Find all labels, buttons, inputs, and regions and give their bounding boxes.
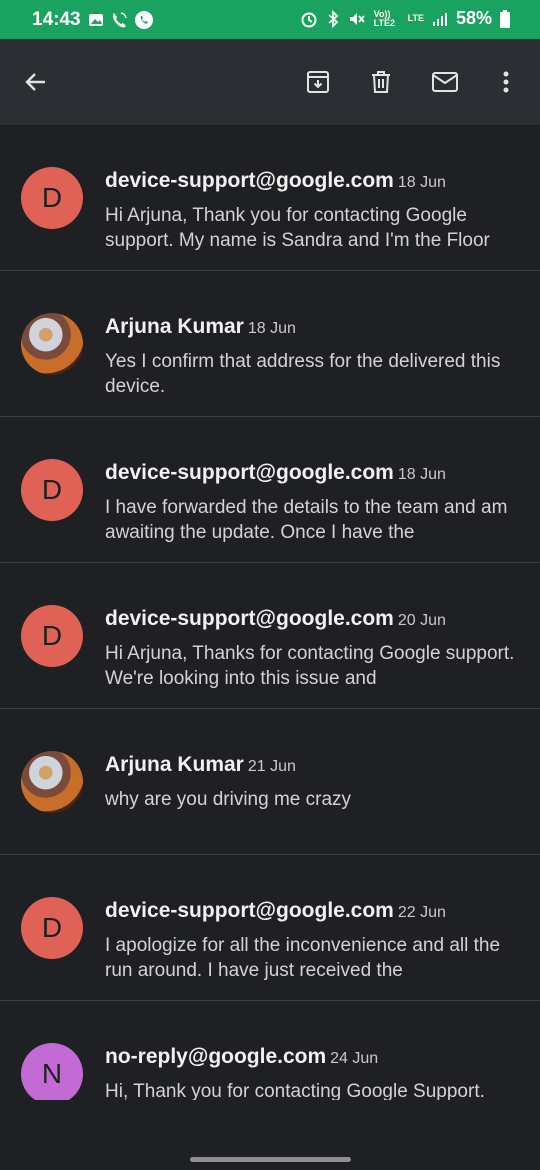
status-time: 14:43 [32, 9, 81, 30]
avatar[interactable] [21, 313, 83, 375]
more-vert-icon [503, 71, 509, 93]
message-item[interactable]: Ddevice-support@google.com 22 Jun I apolog… [0, 855, 540, 1001]
sender-line: device-support@google.com 20 Jun [105, 607, 446, 631]
avatar[interactable] [21, 751, 83, 813]
battery-percent: 58% [455, 8, 492, 28]
bluetooth-icon [328, 9, 338, 28]
whatsapp-icon [135, 11, 153, 29]
message-snippet: I apologize for all the inconvenience an… [105, 935, 501, 981]
battery-icon [500, 9, 510, 28]
sender-line: device-support@google.com 18 Jun [105, 461, 446, 485]
toolbar [0, 39, 540, 125]
sender-line: device-support@google.com 18 Jun [105, 169, 446, 193]
avatar[interactable]: D [21, 605, 83, 667]
message-item[interactable]: Ddevice-support@google.com 18 Jun I have f… [0, 417, 540, 563]
status-right: Vo)) LTE2 LTE 58% [300, 8, 510, 29]
alarm-icon [301, 12, 317, 27]
sender-name: Arjuna Kumar [105, 753, 244, 776]
sender-line: Arjuna Kumar 21 Jun [105, 753, 296, 777]
message-item[interactable]: Ddevice-support@google.com 20 Jun Hi Arjun… [0, 563, 540, 709]
message-snippet: Hi Arjuna, Thanks for contacting Google … [105, 643, 515, 689]
sender-name: device-support@google.com [105, 899, 394, 922]
archive-button[interactable] [292, 39, 344, 125]
back-button[interactable] [10, 39, 62, 125]
avatar[interactable]: D [21, 167, 83, 229]
message-snippet: Hi Arjuna, Thank you for contacting Goog… [105, 205, 490, 251]
message-snippet: why are you driving me crazy [105, 789, 352, 810]
message-snippet: I have forwarded the details to the team… [105, 497, 508, 543]
sender-line: Arjuna Kumar 18 Jun [105, 315, 296, 339]
delete-button[interactable] [355, 39, 407, 125]
message-item[interactable]: Ddevice-support@google.com 18 Jun Hi Arjun… [0, 125, 540, 271]
message-snippet: Yes I confirm that address for the deliv… [105, 351, 501, 397]
wifi-call-icon [113, 12, 127, 28]
message-date: 18 Jun [397, 466, 446, 483]
message-item[interactable]: Arjuna Kumar 21 Jun why are you driving me… [0, 709, 540, 855]
lte-label: LTE [407, 13, 424, 23]
mark-unread-button[interactable] [419, 39, 471, 125]
sender-name: device-support@google.com [105, 607, 394, 630]
message-date: 21 Jun [247, 758, 296, 775]
more-options-button[interactable] [480, 39, 532, 125]
archive-icon [307, 71, 329, 93]
status-bar: 14:43 Vo)) LTE2 LTE 58% [0, 0, 540, 39]
back-arrow-icon [25, 73, 45, 91]
gesture-bar[interactable] [190, 1157, 351, 1162]
sender-name: no-reply@google.com [105, 1045, 327, 1068]
gallery-icon [89, 14, 103, 26]
avatar[interactable]: D [21, 897, 83, 959]
message-date: 20 Jun [397, 612, 446, 629]
mute-icon [349, 12, 365, 25]
sender-name: device-support@google.com [105, 169, 394, 192]
message-date: 24 Jun [330, 1050, 379, 1067]
message-item[interactable]: Nno-reply@google.com 24 Jun Hi, Thank you … [0, 1001, 540, 1105]
avatar[interactable]: N [21, 1043, 83, 1105]
message-item[interactable]: Arjuna Kumar 18 Jun Yes I confirm that add… [0, 271, 540, 417]
message-list: Ddevice-support@google.com 18 Jun Hi Arjun… [0, 125, 540, 1105]
sender-line: no-reply@google.com 24 Jun [105, 1045, 378, 1069]
avatar[interactable]: D [21, 459, 83, 521]
message-date: 22 Jun [397, 904, 446, 921]
signal-icon [432, 12, 447, 26]
sender-line: device-support@google.com 22 Jun [105, 899, 446, 923]
sender-name: device-support@google.com [105, 461, 394, 484]
sender-name: Arjuna Kumar [105, 315, 244, 338]
notification-icons [88, 10, 154, 30]
mail-icon [432, 72, 458, 92]
message-date: 18 Jun [247, 320, 296, 337]
message-date: 18 Jun [397, 174, 446, 191]
volte-label: Vo)) LTE2 [373, 8, 395, 28]
delete-icon [372, 71, 390, 93]
